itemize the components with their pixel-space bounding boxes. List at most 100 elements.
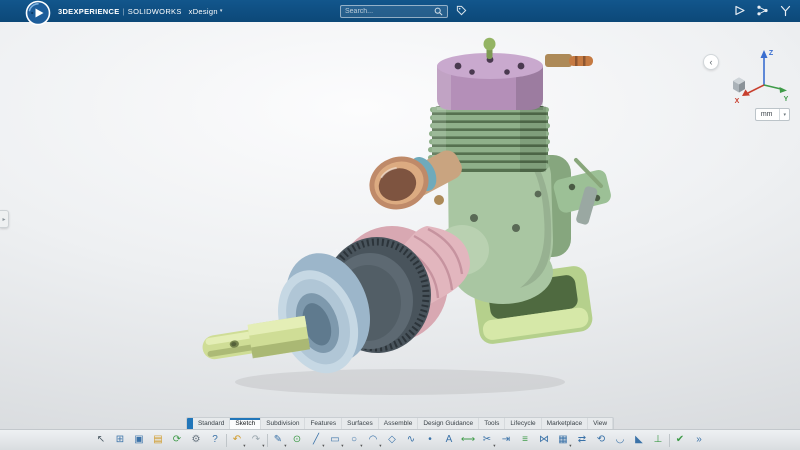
tool-icon: ⟲ — [597, 435, 605, 445]
tab-standard[interactable]: Standard — [193, 418, 230, 429]
tool-sep[interactable]: ▾ — [226, 434, 227, 447]
part-cylinder-head[interactable] — [437, 38, 593, 110]
brand-3dexperience[interactable]: 3DEXPERIENCE — [58, 7, 120, 16]
svg-text:Z: Z — [769, 50, 774, 57]
tab-label: Lifecycle — [510, 420, 535, 427]
share-icon[interactable] — [756, 4, 769, 17]
tool-select[interactable]: ↖ ▾ — [93, 432, 110, 449]
tab-label: Design Guidance — [423, 420, 473, 427]
tool-smart-dimension[interactable]: ⟷ ▾ — [460, 432, 477, 449]
tool-redo[interactable]: ↷ ▾ — [248, 432, 265, 449]
tag-icon[interactable] — [456, 5, 467, 16]
tab-label: Assemble — [384, 420, 413, 427]
tool-fillet-sketch[interactable]: ◡ ▾ — [612, 432, 629, 449]
tool-icon: ✂ — [483, 435, 491, 445]
tab-label: Standard — [198, 420, 224, 427]
tool-convert-entities[interactable]: ⊙ ▾ — [289, 432, 306, 449]
tool-chamfer-sketch[interactable]: ◣ ▾ — [631, 432, 648, 449]
tool-offset[interactable]: ≡ ▾ — [517, 432, 534, 449]
orientation-triad[interactable]: Z X Y — [720, 42, 792, 106]
dropdown-caret-icon[interactable]: ▾ — [379, 444, 381, 449]
tool-trim[interactable]: ✂ ▾ — [479, 432, 496, 449]
triad-collapse-button[interactable]: ‹ — [703, 54, 719, 70]
chevron-down-icon[interactable]: ▾ — [220, 8, 223, 14]
dropdown-caret-icon[interactable]: ▾ — [284, 444, 286, 449]
tool-mirror[interactable]: ⋈ ▾ — [536, 432, 553, 449]
tool-undo[interactable]: ↶ ▾ — [229, 432, 246, 449]
tool-arc[interactable]: ◠ ▾ — [365, 432, 382, 449]
tab-tools[interactable]: Tools — [479, 418, 505, 429]
tool-help[interactable]: ? ▾ — [207, 432, 224, 449]
tool-rotate-entities[interactable]: ⟲ ▾ — [593, 432, 610, 449]
tool-move-entities[interactable]: ⇄ ▾ — [574, 432, 591, 449]
dropdown-caret-icon[interactable]: ▾ — [569, 444, 571, 449]
tool-relations[interactable]: ⊥ ▾ — [650, 432, 667, 449]
tool-icon: ○ — [351, 435, 357, 445]
tool-circle[interactable]: ○ ▾ — [346, 432, 363, 449]
triad-z-axis: Z — [761, 50, 774, 85]
tab-surfaces[interactable]: Surfaces — [342, 418, 379, 429]
tool-exit-sketch[interactable]: ✔ ▾ — [672, 432, 689, 449]
tab-features[interactable]: Features — [305, 418, 342, 429]
brand-solidworks: SOLIDWORKS — [128, 7, 182, 16]
workspace-switcher[interactable]: xDesign — [189, 7, 218, 16]
top-bar: 3DEXPERIENCE | SOLIDWORKS xDesign ▾ — [0, 0, 800, 22]
tool-box-select[interactable]: ⊞ ▾ — [112, 432, 129, 449]
search-input[interactable] — [345, 8, 434, 15]
chevron-down-icon[interactable]: ▾ — [779, 109, 789, 120]
dropdown-caret-icon[interactable]: ▾ — [341, 444, 343, 449]
tool-icon: ⊥ — [654, 435, 663, 445]
tab-label: View — [593, 420, 607, 427]
tool-open[interactable]: ▤ ▾ — [150, 432, 167, 449]
dropdown-caret-icon[interactable]: ▾ — [493, 444, 495, 449]
tool-save[interactable]: ▣ ▾ — [131, 432, 148, 449]
tool-text[interactable]: A ▾ — [441, 432, 458, 449]
tool-sketch[interactable]: ✎ ▾ — [270, 432, 287, 449]
units-dropdown[interactable]: mm ▾ — [755, 108, 790, 121]
tab-view[interactable]: View — [588, 418, 613, 429]
tool-icon: ✎ — [274, 435, 282, 445]
dropdown-caret-icon[interactable]: ▾ — [243, 444, 245, 449]
triad-y-axis: Y — [764, 85, 789, 103]
left-panel-flyout[interactable]: ▸ — [0, 210, 9, 228]
dropdown-caret-icon[interactable]: ▾ — [322, 444, 324, 449]
search-icon[interactable] — [434, 7, 443, 16]
dropdown-caret-icon[interactable]: ▾ — [360, 444, 362, 449]
svg-text:Y: Y — [784, 96, 789, 103]
model-viewport[interactable] — [0, 22, 800, 450]
tool-point[interactable]: • ▾ — [422, 432, 439, 449]
tool-sep[interactable]: ▾ — [669, 434, 670, 447]
community-icon[interactable] — [779, 4, 792, 17]
tool-more-tools[interactable]: » ▾ — [691, 432, 708, 449]
tab-lifecycle[interactable]: Lifecycle — [505, 418, 541, 429]
tool-icon: ↶ — [233, 435, 241, 445]
app-window: ▸ ‹ Z X Y mm — [0, 0, 800, 450]
tool-line[interactable]: ╱ ▾ — [308, 432, 325, 449]
tab-assemble[interactable]: Assemble — [379, 418, 419, 429]
tool-refresh[interactable]: ⟳ ▾ — [169, 432, 186, 449]
tab-sketch[interactable]: Sketch — [230, 418, 261, 429]
tool-spline[interactable]: ∿ ▾ — [403, 432, 420, 449]
tab-design-guidance[interactable]: Design Guidance — [418, 418, 479, 429]
graphics-area[interactable]: ▸ ‹ Z X Y mm — [0, 22, 800, 450]
tool-settings[interactable]: ⚙ ▾ — [188, 432, 205, 449]
tab-marketplace[interactable]: Marketplace — [542, 418, 588, 429]
tool-extend[interactable]: ⇥ ▾ — [498, 432, 515, 449]
tool-rectangle[interactable]: ▭ ▾ — [327, 432, 344, 449]
3dexperience-logo[interactable] — [25, 0, 51, 26]
part-fuel-fitting[interactable] — [545, 54, 593, 67]
dropdown-caret-icon[interactable]: ▾ — [262, 444, 264, 449]
tool-sep[interactable]: ▾ — [267, 434, 268, 447]
part-crankshaft[interactable] — [200, 316, 310, 366]
view-cube-icon[interactable] — [733, 78, 745, 93]
svg-text:X: X — [735, 98, 740, 105]
tool-polygon[interactable]: ◇ ▾ — [384, 432, 401, 449]
tab-subdivision[interactable]: Subdivision — [261, 418, 305, 429]
play-icon[interactable] — [733, 4, 746, 17]
tool-icon: ≡ — [522, 435, 528, 445]
tool-icon: ? — [212, 435, 218, 445]
search-box[interactable] — [340, 5, 448, 18]
tool-pattern[interactable]: ▦ ▾ — [555, 432, 572, 449]
action-toolbar: ↖ ▾ ⊞ ▾ ▣ ▾ ▤ ▾ ⟳ ▾ ⚙ — [0, 429, 800, 450]
tool-icon: ⊞ — [116, 435, 124, 445]
